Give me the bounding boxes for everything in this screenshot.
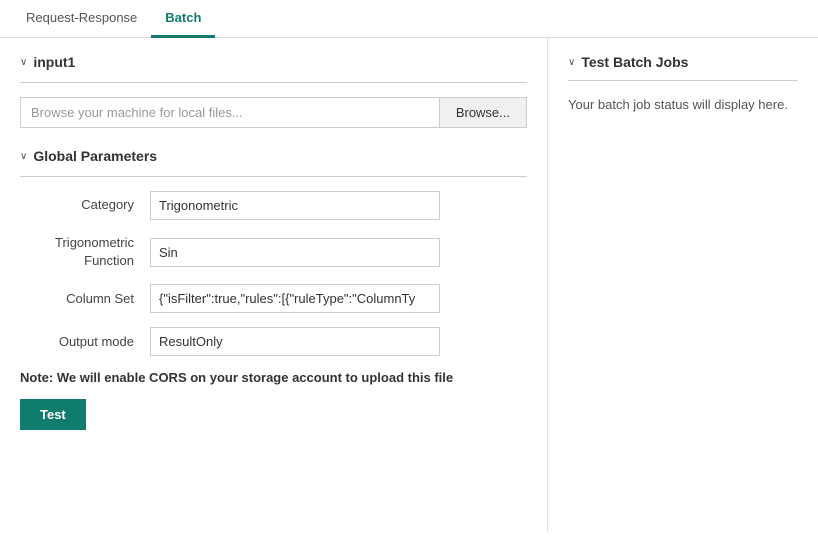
input-section-title: input1 xyxy=(33,54,75,70)
tab-request-response[interactable]: Request-Response xyxy=(12,0,151,38)
input-section-divider xyxy=(20,82,527,83)
param-label-output-mode: Output mode xyxy=(20,333,150,351)
global-params-divider xyxy=(20,176,527,177)
input-section-header: ∨ input1 xyxy=(20,54,527,70)
param-row-trig-function: Trigonometric Function Sin xyxy=(20,234,527,270)
global-params-chevron-icon[interactable]: ∨ xyxy=(20,151,27,162)
tab-batch[interactable]: Batch xyxy=(151,0,215,38)
global-params-title: Global Parameters xyxy=(33,148,157,164)
main-content: ∨ input1 Browse your machine for local f… xyxy=(0,38,818,532)
tab-bar: Request-Response Batch xyxy=(0,0,818,38)
param-input-category[interactable]: Trigonometric xyxy=(150,191,440,220)
batch-jobs-title: Test Batch Jobs xyxy=(581,54,688,70)
global-params-header: ∨ Global Parameters xyxy=(20,148,527,164)
param-row-column-set: Column Set {"isFilter":true,"rules":[{"r… xyxy=(20,284,527,313)
left-panel: ∨ input1 Browse your machine for local f… xyxy=(0,38,548,532)
param-row-output-mode: Output mode ResultOnly xyxy=(20,327,527,356)
param-input-output-mode[interactable]: ResultOnly xyxy=(150,327,440,356)
batch-status-text: Your batch job status will display here. xyxy=(568,97,798,112)
file-input-row: Browse your machine for local files... B… xyxy=(20,97,527,128)
param-label-column-set: Column Set xyxy=(20,290,150,308)
param-input-trig-function[interactable]: Sin xyxy=(150,238,440,267)
batch-jobs-divider xyxy=(568,80,798,81)
param-row-category: Category Trigonometric xyxy=(20,191,527,220)
cors-note: Note: We will enable CORS on your storag… xyxy=(20,370,527,385)
right-panel: ∨ Test Batch Jobs Your batch job status … xyxy=(548,38,818,532)
input-chevron-icon[interactable]: ∨ xyxy=(20,57,27,68)
batch-jobs-header: ∨ Test Batch Jobs xyxy=(568,54,798,70)
test-button[interactable]: Test xyxy=(20,399,86,430)
param-input-column-set[interactable]: {"isFilter":true,"rules":[{"ruleType":"C… xyxy=(150,284,440,313)
global-params-section: ∨ Global Parameters Category Trigonometr… xyxy=(20,148,527,356)
browse-button[interactable]: Browse... xyxy=(439,98,526,127)
param-label-trig-function: Trigonometric Function xyxy=(20,234,150,270)
batch-jobs-chevron-icon[interactable]: ∨ xyxy=(568,57,575,68)
file-placeholder-text: Browse your machine for local files... xyxy=(21,98,439,127)
param-label-category: Category xyxy=(20,196,150,214)
